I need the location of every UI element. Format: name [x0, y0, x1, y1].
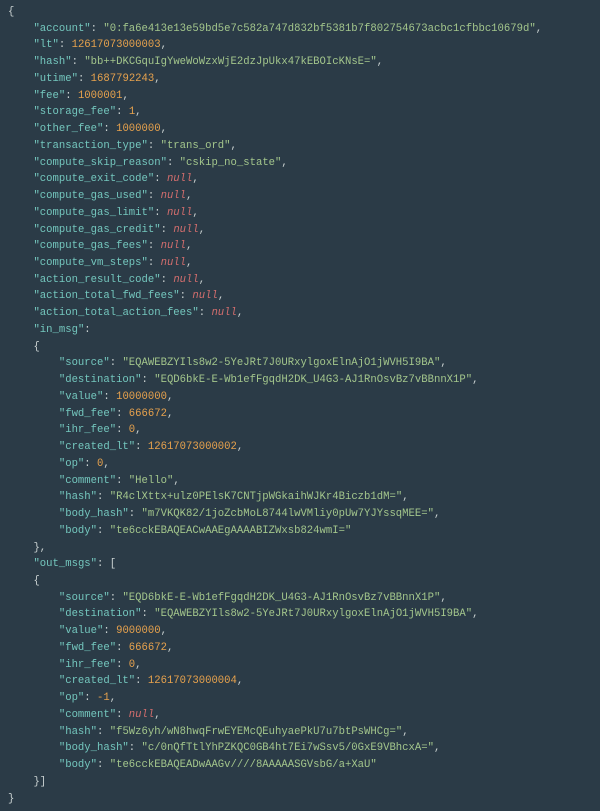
- compute-gas-limit-value: null: [167, 207, 192, 219]
- out-msg-created-lt-value: 12617073000004: [148, 675, 237, 687]
- out-msg-op-value: -1: [97, 692, 110, 704]
- json-code-block: { "account": "0:fa6e413e13e59bd5e7c582a7…: [0, 0, 600, 811]
- compute-exit-code-value: null: [167, 173, 192, 185]
- out-msg-destination-value: "EQAWEBZYIls8w2-5YeJRt7J0URxylgoxElnAjO1…: [154, 608, 472, 620]
- in-msg-body-value: "te6cckEBAQEACwAAEgAAAABIZWxsb824wmI=": [110, 525, 352, 537]
- action-total-fwd-fees-value: null: [192, 290, 217, 302]
- out-msg-body-value: "te6cckEBAQEADwAAGv////8AAAAASGVsbG/a+Xa…: [110, 759, 377, 771]
- in-msg-hash-value: "R4clXttx+ulz0PElsK7CNTjpWGkaihWJKr4Bicz…: [110, 491, 402, 503]
- out-msg-comment-value: null: [129, 709, 154, 721]
- action-result-code-value: null: [173, 274, 198, 286]
- utime-value: 1687792243: [91, 73, 155, 85]
- out-msg-source-value: "EQD6bkE-E-Wb1efFgqdH2DK_U4G3-AJ1RnOsvBz…: [122, 592, 440, 604]
- in-msg-value-value: 10000000: [116, 391, 167, 403]
- in-msg-source-value: "EQAWEBZYIls8w2-5YeJRt7J0URxylgoxElnAjO1…: [122, 357, 440, 369]
- in-msg-destination-value: "EQD6bkE-E-Wb1efFgqdH2DK_U4G3-AJ1RnOsvBz…: [154, 374, 472, 386]
- out-msg-value-value: 9000000: [116, 625, 161, 637]
- out-msg-hash-value: "f5Wz6yh/wN8hwqFrwEYEMcQEuhyaePkU7u7btPs…: [110, 726, 402, 738]
- transaction-type-value: "trans_ord": [161, 140, 231, 152]
- account-value: "0:fa6e413e13e59bd5e7c582a747d832bf5381b…: [103, 23, 535, 35]
- in-msg-body-hash-value: "m7VKQK82/1joZcbMoL8744lwVMliy0pUw7YJYss…: [142, 508, 434, 520]
- in-msg-created-lt-value: 12617073000002: [148, 441, 237, 453]
- action-total-action-fees-value: null: [211, 307, 236, 319]
- other-fee-value: 1000000: [116, 123, 161, 135]
- compute-gas-used-value: null: [161, 190, 186, 202]
- in-msg-comment-value: "Hello": [129, 475, 174, 487]
- lt-value: 12617073000003: [72, 39, 161, 51]
- compute-skip-reason-value: "cskip_no_state": [180, 157, 282, 169]
- in-msg-fwd-fee-value: 666672: [129, 408, 167, 420]
- fee-value: 1000001: [78, 90, 123, 102]
- hash-value: "bb++DKCGquIgYweWoWzxWjE2dzJpUkx47kEBOIc…: [84, 56, 376, 68]
- compute-vm-steps-value: null: [161, 257, 186, 269]
- out-msg-body-hash-value: "c/0nQfTtlYhPZKQC0GB4ht7Ei7wSsv5/0GxE9VB…: [142, 742, 434, 754]
- out-msg-fwd-fee-value: 666672: [129, 642, 167, 654]
- compute-gas-credit-value: null: [173, 224, 198, 236]
- compute-gas-fees-value: null: [161, 240, 186, 252]
